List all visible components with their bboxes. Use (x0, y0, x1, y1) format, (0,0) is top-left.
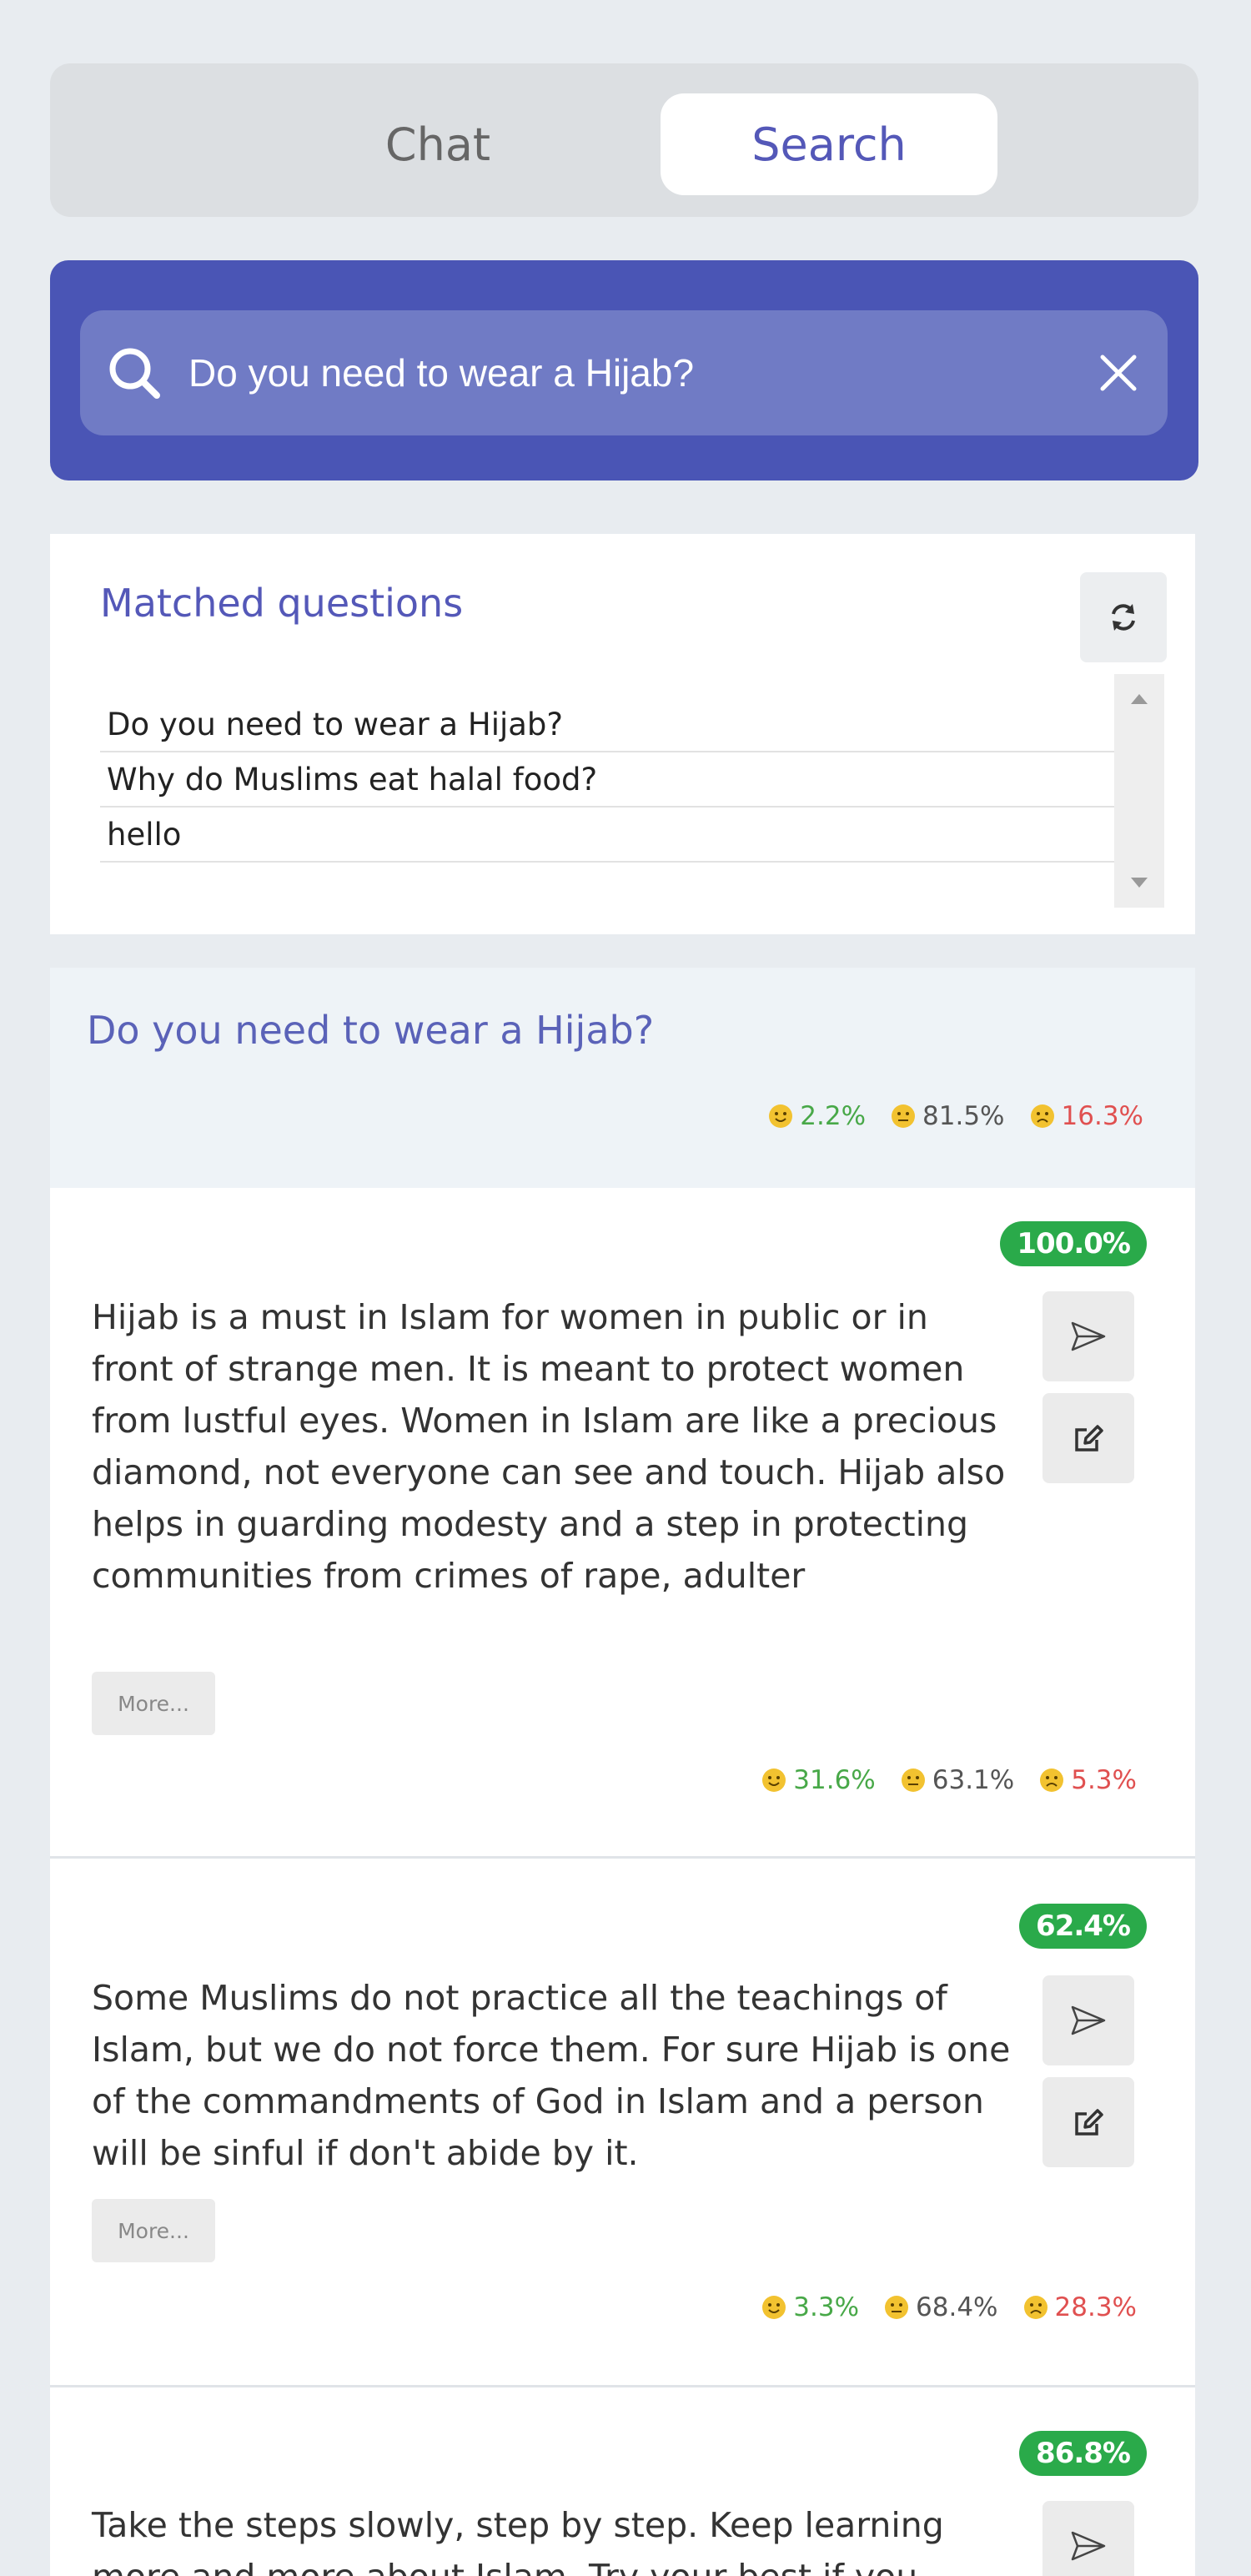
list-scrollbar[interactable] (1114, 674, 1164, 908)
matched-questions-card: Matched questions Do you need to wear a … (50, 534, 1195, 934)
sentiment-negative-value: 16.3% (1061, 1101, 1143, 1131)
answer-card: 62.4% Some Muslims do not practice all t… (50, 1859, 1195, 2387)
mode-tabs: Chat Search (50, 63, 1198, 217)
more-button[interactable]: More... (92, 1672, 215, 1735)
sentiment-positive: 3.3% (761, 2292, 859, 2322)
sentiment-negative: 5.3% (1039, 1765, 1137, 1795)
result-question-title: Do you need to wear a Hijab? (87, 1008, 655, 1053)
happy-face-icon (762, 1768, 786, 1792)
sentiment-positive-value: 3.3% (793, 2292, 860, 2322)
send-icon (1071, 2531, 1106, 2561)
neutral-face-icon (885, 2296, 909, 2319)
edit-button[interactable] (1042, 1393, 1134, 1483)
sentiment-negative-value: 28.3% (1054, 2292, 1137, 2322)
send-icon (1071, 2005, 1106, 2035)
sad-face-icon (1023, 2296, 1048, 2319)
search-icon (109, 348, 160, 399)
more-button[interactable]: More... (92, 2199, 215, 2262)
score-badge: 100.0% (1000, 1221, 1147, 1266)
sentiment-positive-value: 2.2% (800, 1101, 867, 1131)
sentiment-negative: 16.3% (1030, 1101, 1143, 1131)
sentiment-neutral: 68.4% (884, 2292, 998, 2322)
sentiment-neutral-value: 63.1% (932, 1765, 1015, 1795)
list-item[interactable]: Why do Muslims eat halal food? (100, 752, 1134, 808)
matched-questions-title: Matched questions (100, 581, 464, 626)
tab-search[interactable]: Search (661, 93, 997, 195)
sentiment-neutral: 81.5% (891, 1101, 1005, 1131)
answer-text: Some Muslims do not practice all the tea… (92, 1978, 1011, 2173)
sentiment-neutral-value: 68.4% (916, 2292, 998, 2322)
sad-face-icon (1030, 1104, 1054, 1128)
scroll-up-arrow[interactable] (1114, 682, 1164, 716)
send-icon (1071, 1321, 1106, 1351)
happy-face-icon (762, 2296, 786, 2319)
answer-text: Hijab is a must in Islam for women in pu… (92, 1297, 1006, 1596)
refresh-button[interactable] (1080, 572, 1167, 662)
neutral-face-icon (901, 1768, 925, 1792)
result-question-header: Do you need to wear a Hijab? 2.2% 81.5% … (50, 968, 1195, 1188)
search-query-text: Do you need to wear a Hijab? (188, 351, 695, 395)
send-button[interactable] (1042, 2501, 1134, 2576)
sentiment-negative-value: 5.3% (1071, 1765, 1137, 1795)
sad-face-icon (1040, 1768, 1064, 1792)
answer-text: Take the steps slowly, step by step. Kee… (92, 2505, 944, 2576)
send-button[interactable] (1042, 1975, 1134, 2065)
list-item[interactable]: hello (100, 808, 1134, 863)
question-sentiment: 2.2% 81.5% 16.3% (768, 1101, 1143, 1131)
sentiment-positive-value: 31.6% (793, 1765, 876, 1795)
sentiment-negative: 28.3% (1023, 2292, 1137, 2322)
list-item[interactable]: Do you need to wear a Hijab? (100, 697, 1134, 752)
sentiment-positive: 2.2% (768, 1101, 866, 1131)
edit-icon (1075, 1425, 1103, 1452)
neutral-face-icon (892, 1104, 916, 1128)
happy-face-icon (769, 1104, 793, 1128)
matched-questions-list: Do you need to wear a Hijab? Why do Musl… (100, 697, 1134, 863)
sentiment-neutral-value: 81.5% (922, 1101, 1005, 1131)
scroll-down-arrow[interactable] (1114, 866, 1164, 899)
answer-sentiment: 3.3% 68.4% 28.3% (761, 2292, 1137, 2322)
sentiment-neutral: 63.1% (901, 1765, 1014, 1795)
edit-icon (1075, 2109, 1103, 2136)
sentiment-positive: 31.6% (761, 1765, 876, 1795)
score-badge: 62.4% (1019, 1904, 1147, 1949)
score-badge: 86.8% (1019, 2431, 1147, 2476)
search-panel: Do you need to wear a Hijab? (50, 260, 1198, 480)
search-input[interactable]: Do you need to wear a Hijab? (80, 310, 1168, 435)
answer-sentiment: 31.6% 63.1% 5.3% (761, 1765, 1137, 1795)
refresh-icon (1112, 604, 1135, 631)
answer-card: 100.0% Hijab is a must in Islam for wome… (50, 1188, 1195, 1859)
tab-chat[interactable]: Chat (284, 93, 592, 195)
close-icon[interactable] (1094, 349, 1143, 397)
answer-card: 86.8% Take the steps slowly, step by ste… (50, 2387, 1195, 2576)
send-button[interactable] (1042, 1291, 1134, 1381)
edit-button[interactable] (1042, 2077, 1134, 2167)
